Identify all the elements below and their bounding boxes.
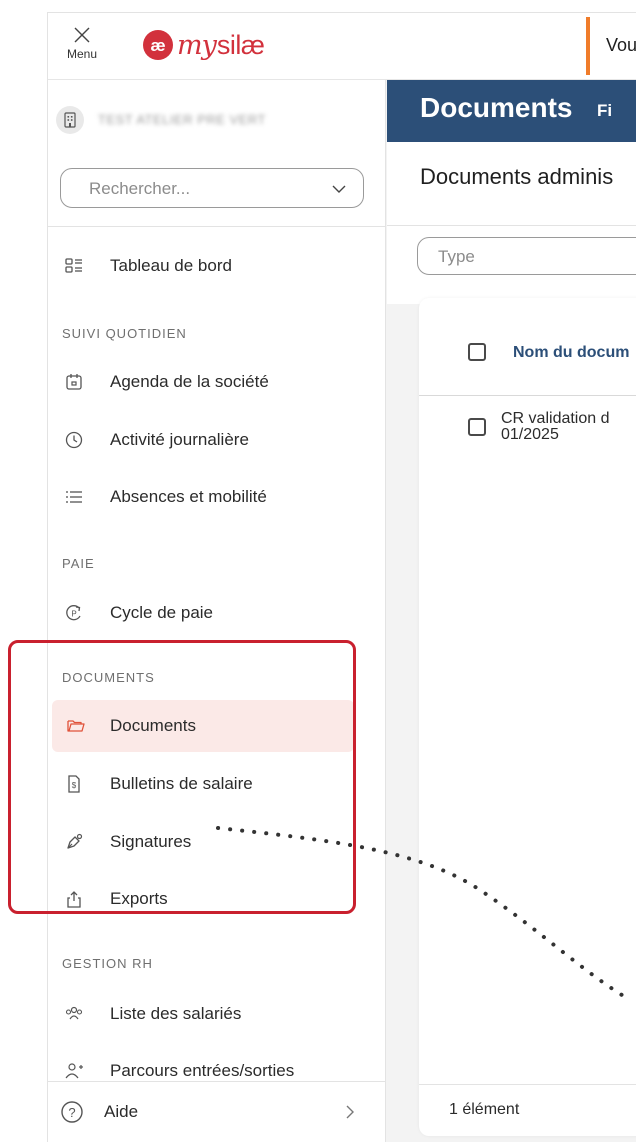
help-icon: ?	[61, 1101, 83, 1123]
sidebar-item-agenda[interactable]: Agenda de la société	[48, 356, 386, 408]
svg-text:?: ?	[68, 1105, 75, 1120]
table-header: Nom du docum	[419, 298, 636, 396]
sidebar-item-label: Liste des salariés	[110, 1004, 242, 1023]
page-header: Documents Fi	[387, 80, 636, 142]
silae-logo-icon: æ	[143, 30, 173, 60]
banner-accent-bar	[586, 17, 590, 75]
item-count: 1 élément	[449, 1101, 520, 1118]
users-icon	[65, 1006, 83, 1020]
help-label: Aide	[104, 1102, 139, 1121]
table-row[interactable]: CR validation d 01/2025	[419, 396, 636, 456]
dashboard-icon	[65, 258, 82, 273]
company-selector[interactable]: TEST ATELIER PRE VERT	[48, 80, 386, 160]
document-name: CR validation d 01/2025	[501, 411, 610, 443]
section-payroll: Paie	[62, 556, 95, 571]
calendar-icon	[66, 374, 82, 390]
divider	[48, 226, 386, 227]
sidebar-item-payroll-cycle[interactable]: P Cycle de paie	[48, 587, 386, 639]
mysilae-logo[interactable]: æ my silæ	[142, 28, 265, 62]
chevron-down-icon	[332, 185, 346, 193]
sidebar-item-label: Cycle de paie	[110, 603, 214, 622]
menu-label: Menu	[66, 47, 98, 61]
menu-button[interactable]: Menu	[64, 21, 100, 69]
user-add-icon	[65, 1063, 83, 1079]
select-all-checkbox[interactable]	[468, 343, 486, 361]
list-icon	[66, 491, 82, 503]
sidebar-item-employees[interactable]: Liste des salariés	[48, 988, 386, 1040]
sidebar-item-label: Parcours entrées/sorties	[110, 1061, 295, 1080]
subheader: Documents adminis	[387, 142, 636, 226]
header-tab[interactable]: Fi	[597, 101, 612, 121]
payroll-cycle-icon: P	[66, 605, 81, 621]
type-filter-select[interactable]: Type	[417, 237, 636, 275]
banner-text: Vou	[606, 35, 636, 55]
table-footer: 1 élément	[419, 1084, 636, 1136]
screenshot-frame: Menu æ my silæ Vou TEST ATELIER PRE VERT…	[0, 0, 636, 1142]
filter-bar: Type	[387, 226, 636, 304]
company-name: TEST ATELIER PRE VERT	[98, 112, 266, 127]
document-name-line1: CR validation d	[501, 410, 610, 427]
sidebar-item-absences[interactable]: Absences et mobilité	[48, 471, 386, 523]
type-filter-placeholder: Type	[438, 247, 475, 266]
section-hr: Gestion RH	[62, 956, 153, 971]
sidebar-item-label: Absences et mobilité	[110, 487, 267, 506]
logo-text-silae: silæ	[216, 29, 265, 60]
svg-text:P: P	[71, 610, 76, 619]
top-bar: Menu æ my silæ Vou	[48, 13, 636, 80]
close-icon	[74, 27, 90, 43]
subheader-title: Documents adminis	[420, 164, 614, 189]
document-name-line2: 01/2025	[501, 426, 559, 443]
page-title: Documents	[420, 92, 573, 123]
svg-text:æ: æ	[150, 36, 165, 55]
row-checkbox[interactable]	[468, 418, 486, 436]
sidebar-item-activity[interactable]: Activité journalière	[48, 414, 386, 466]
documents-section-highlight	[8, 640, 356, 914]
sidebar-item-dashboard[interactable]: Tableau de bord	[48, 240, 386, 292]
section-daily-tracking: Suivi quotidien	[62, 326, 187, 341]
column-header-name[interactable]: Nom du docum	[513, 344, 629, 362]
help-menu-item[interactable]: ? Aide	[48, 1081, 386, 1142]
search-placeholder: Rechercher...	[89, 179, 191, 198]
sidebar-item-label: Activité journalière	[110, 430, 249, 449]
mysilae-app: Menu æ my silæ Vou TEST ATELIER PRE VERT…	[47, 12, 636, 1142]
sidebar-item-label: Agenda de la société	[110, 372, 269, 391]
logo-text-my: my	[177, 29, 217, 61]
sidebar-item-label: Tableau de bord	[110, 256, 232, 275]
building-icon	[56, 106, 84, 134]
documents-table-card: Nom du docum CR validation d 01/2025 1 é…	[419, 298, 636, 1136]
search-input[interactable]: Rechercher...	[60, 168, 364, 208]
chevron-right-icon	[346, 1105, 354, 1119]
sidebar: TEST ATELIER PRE VERT Rechercher... Tabl…	[48, 80, 386, 1142]
clock-icon	[65, 431, 83, 449]
